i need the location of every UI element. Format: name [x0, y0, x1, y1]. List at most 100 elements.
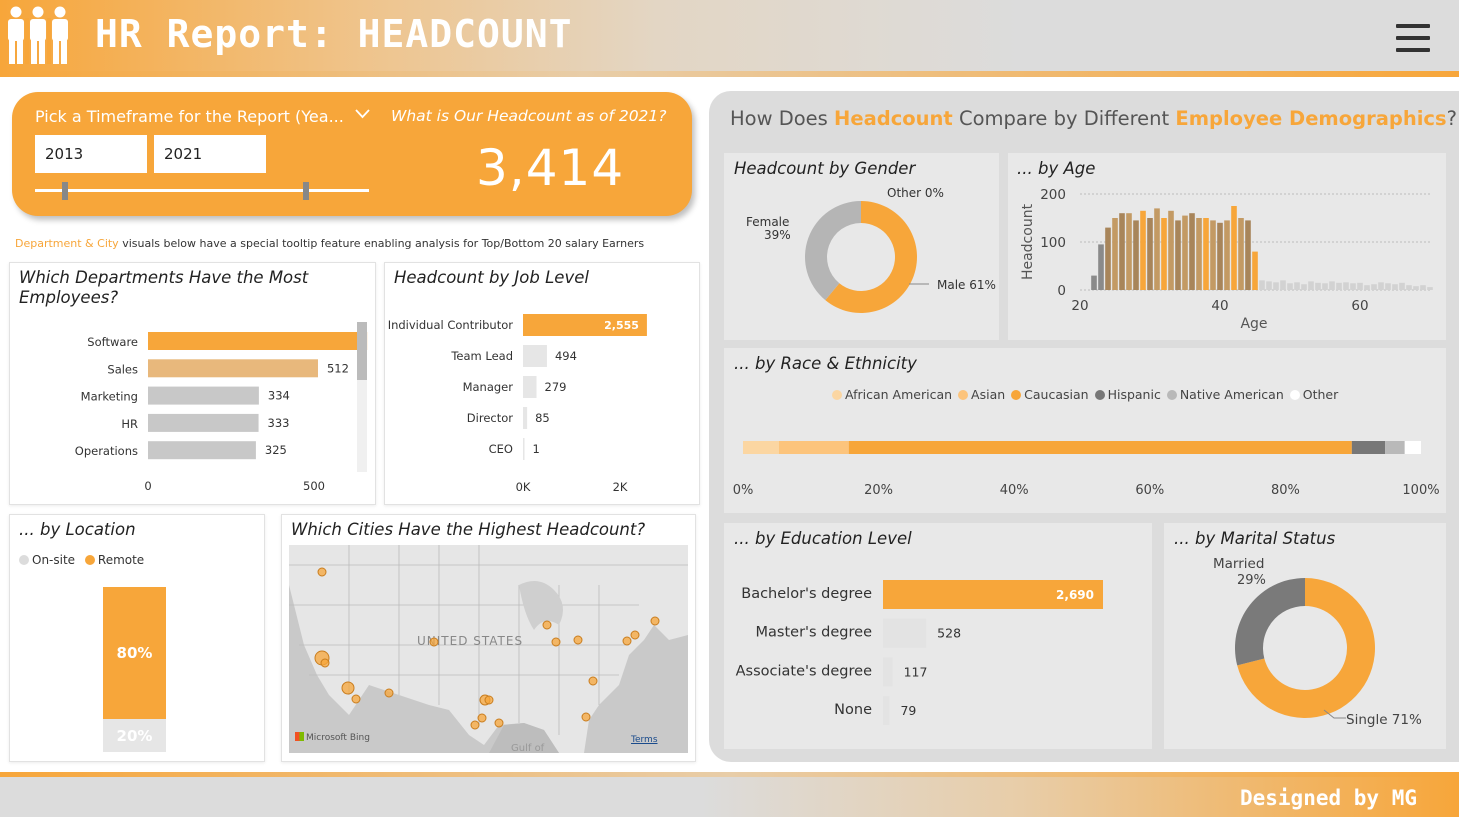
city-marker [470, 720, 480, 730]
age-histogram: 200 100 0 20 40 60 Age Headcount [1020, 187, 1433, 332]
race-segment [743, 441, 779, 454]
age-bar [1224, 220, 1230, 290]
race-segment [1404, 441, 1421, 454]
age-bar [1112, 218, 1118, 290]
education-value-label: 528 [937, 626, 961, 641]
race-segment [1385, 441, 1405, 454]
education-value-label: 2,690 [1056, 588, 1094, 602]
age-bar [1357, 282, 1363, 290]
age-bar [1378, 282, 1384, 290]
gender-female-label: Female [746, 215, 790, 229]
education-bar [883, 657, 893, 687]
dept-x-tick: 500 [303, 479, 325, 493]
departments-bar-chart: Software660Sales512Marketing334HR333Oper… [75, 332, 368, 493]
age-bar [1385, 283, 1391, 290]
age-x-tick: 40 [1211, 298, 1228, 314]
job-value-label: 85 [535, 411, 550, 425]
race-legend-label: Hispanic [1107, 387, 1161, 402]
age-bar [1413, 286, 1419, 290]
start-year-input[interactable]: 2013 [35, 135, 147, 173]
race-legend-item: Other [1289, 387, 1339, 402]
job-category-label: CEO [489, 442, 513, 456]
age-bar [1091, 275, 1097, 290]
age-bar [1182, 215, 1188, 290]
footer-accent-line [0, 772, 1459, 777]
job-x-tick: 0K [516, 480, 531, 494]
tooltip-note: Department & City visuals below have a s… [15, 237, 644, 250]
dept-value-label: 333 [268, 416, 290, 430]
race-legend-dot-icon [958, 390, 969, 400]
onsite-pct-label: 20% [116, 727, 153, 745]
education-category-label: Master's degree [756, 625, 873, 641]
demographics-title: How Does Headcount Compare by Different … [730, 107, 1457, 130]
hamburger-menu-icon[interactable] [1396, 24, 1430, 54]
city-marker [484, 695, 494, 705]
headcount-question: What is Our Headcount as of 2021? [391, 107, 667, 125]
race-legend-dot-icon [1094, 390, 1105, 400]
tooltip-note-text: visuals below have a special tooltip fea… [118, 237, 645, 250]
age-bar [1266, 281, 1272, 290]
year-slider-end-handle[interactable] [303, 182, 309, 200]
city-marker [341, 681, 355, 695]
education-title: ... by Education Level [734, 529, 912, 548]
age-bar [1287, 283, 1293, 290]
age-bar [1231, 206, 1237, 290]
job-bar [523, 376, 537, 398]
education-bar [883, 618, 927, 648]
age-y-tick: 200 [1040, 187, 1066, 203]
dept-category-label: HR [121, 417, 138, 431]
age-bar [1399, 282, 1405, 290]
age-bar [1406, 285, 1412, 290]
dept-bar [148, 413, 259, 432]
year-slider-track[interactable] [35, 189, 369, 192]
marital-slice [1235, 578, 1305, 666]
race-legend-item: Asian [958, 387, 1005, 402]
city-marker [573, 635, 583, 645]
people-icon [8, 6, 68, 64]
race-legend-item: Hispanic [1094, 387, 1161, 402]
job-category-label: Individual Contributor [388, 318, 514, 332]
race-legend-label: Other [1302, 387, 1339, 402]
map-terms-link[interactable]: Terms [631, 735, 658, 745]
age-y-tick: 100 [1040, 235, 1066, 251]
city-marker [581, 712, 591, 722]
education-category-label: Bachelor's degree [741, 586, 872, 602]
chevron-down-icon[interactable] [355, 109, 370, 119]
gender-donut-chart [805, 201, 929, 313]
age-bar [1280, 280, 1286, 290]
gender-male-label: Male 61% [937, 278, 996, 292]
legend-remote: Remote [84, 553, 145, 567]
job-value-label: 279 [545, 380, 567, 394]
timeframe-label: Pick a Timeframe for the Report (Yea... [35, 107, 344, 126]
dept-x-tick: 0 [144, 479, 151, 493]
remote-bar[interactable]: 80% [103, 587, 166, 719]
city-marker [477, 713, 487, 723]
onsite-bar[interactable]: 20% [103, 719, 166, 752]
age-x-axis-label: Age [1240, 316, 1267, 332]
city-marker [650, 616, 660, 626]
age-bar [1105, 227, 1111, 290]
footer-credit: Designed by MG [1239, 786, 1417, 810]
job-value-label: 2,555 [604, 319, 639, 332]
city-marker [384, 688, 394, 698]
us-map[interactable]: UNITED STATES Gulf of [289, 545, 688, 753]
dept-bar [148, 359, 318, 378]
city-marker [588, 676, 598, 686]
race-legend-dot-icon [832, 390, 842, 400]
job-value-label: 1 [533, 442, 540, 456]
age-bar [1392, 284, 1398, 290]
dept-category-label: Sales [107, 362, 138, 376]
departments-scrollbar-thumb[interactable] [357, 322, 367, 380]
year-slider-start-handle[interactable] [62, 182, 68, 200]
legend-remote-label: Remote [97, 553, 145, 567]
age-bar [1259, 280, 1265, 290]
departments-scrollbar[interactable] [357, 322, 367, 472]
education-bar-chart: Bachelor's degree 2,690 Master's degree 528… [736, 580, 1103, 726]
dept-bar [148, 386, 259, 405]
race-x-tick: 0% [733, 483, 754, 498]
legend-onsite: On-site [19, 553, 75, 567]
age-bar [1175, 220, 1181, 290]
end-year-input[interactable]: 2021 [154, 135, 266, 173]
dept-value-label: 325 [265, 443, 287, 457]
age-bar [1336, 282, 1342, 290]
